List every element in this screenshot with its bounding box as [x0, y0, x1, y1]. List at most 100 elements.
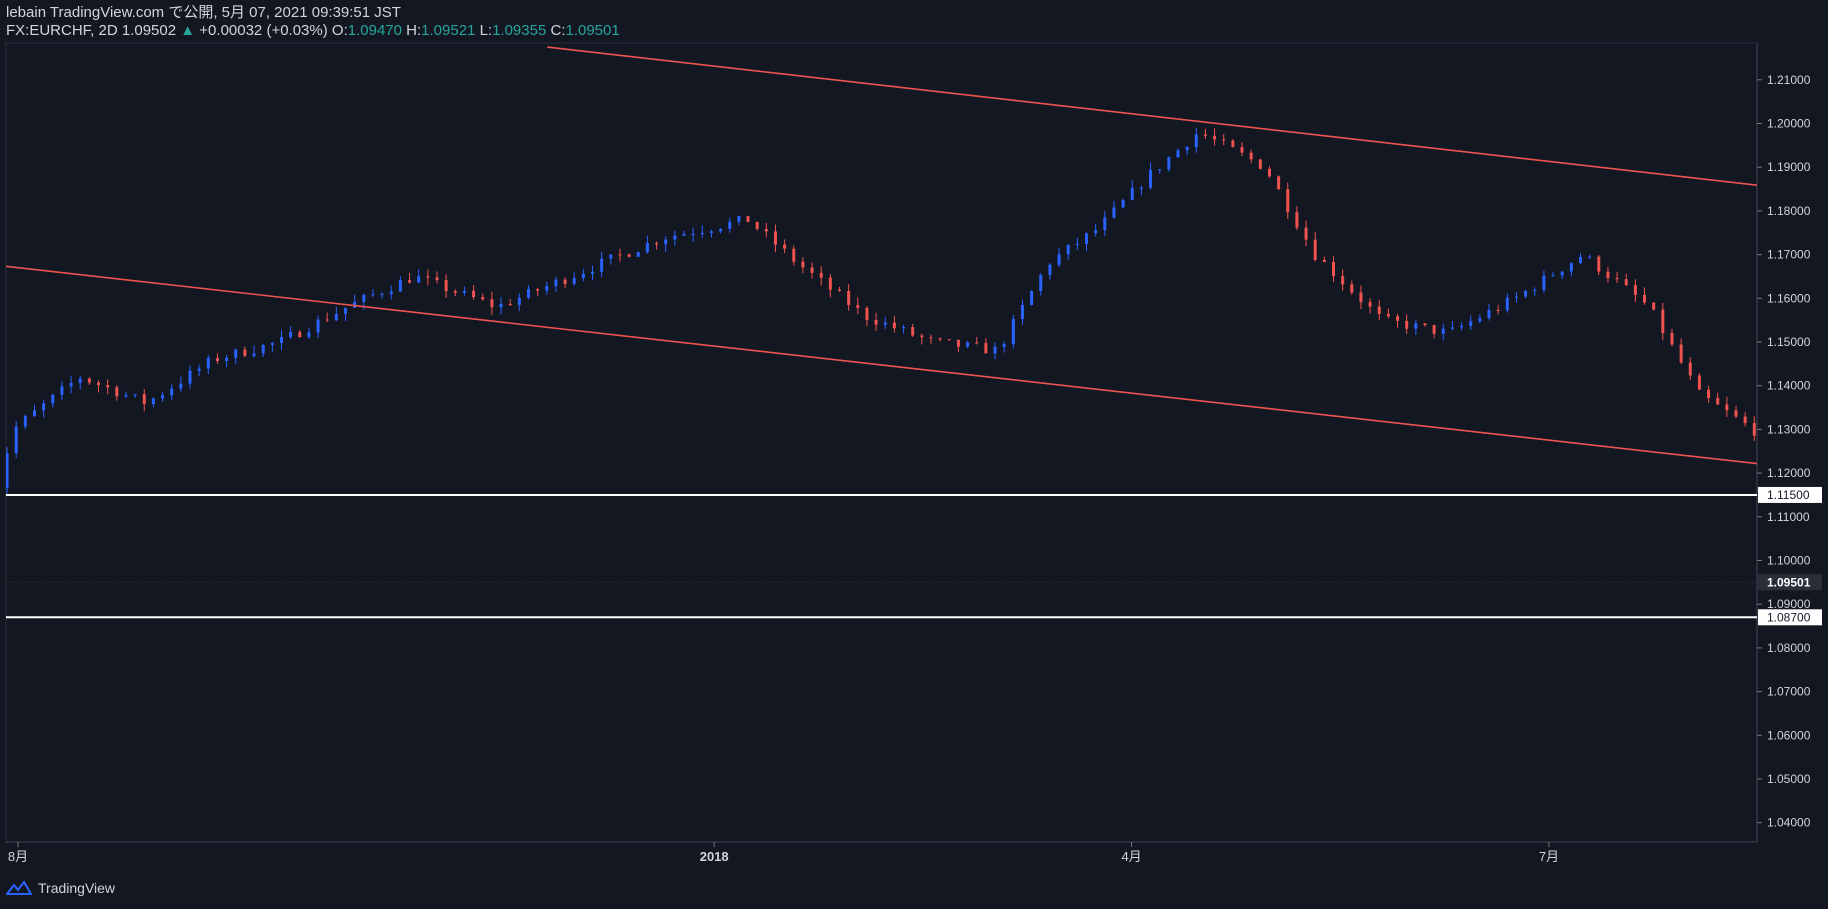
candle-body — [1752, 423, 1756, 436]
candle-body — [1588, 256, 1592, 258]
candle-body — [1808, 440, 1811, 446]
candle-body — [1167, 157, 1171, 170]
candle-body — [42, 403, 46, 411]
candle-body — [1533, 289, 1537, 291]
candle-body — [1231, 140, 1235, 148]
candle-body — [398, 280, 402, 292]
candle-body — [188, 370, 192, 384]
y-tick-label: 1.04000 — [1767, 816, 1811, 830]
candle-body — [618, 254, 622, 256]
candle-body — [1661, 309, 1665, 334]
candle-body — [161, 395, 165, 399]
candle-body — [636, 252, 640, 257]
candle-body — [1606, 271, 1610, 278]
candle-body — [1240, 147, 1244, 153]
candle-body — [1524, 290, 1528, 297]
candle-body — [1368, 302, 1372, 307]
candle-body — [773, 231, 777, 245]
candle-body — [902, 327, 906, 329]
candle-body — [1469, 321, 1473, 326]
y-tick-label: 1.16000 — [1767, 291, 1811, 305]
candle-body — [673, 235, 677, 240]
price-chart[interactable]: 1.04000 1.05000 1.06000 1.07000 1.08000 1.090… — [0, 0, 1828, 909]
candle-body — [801, 261, 805, 268]
y-tick-label: 1.12000 — [1767, 466, 1811, 480]
candle-body — [1158, 169, 1162, 171]
candle-body — [270, 343, 274, 345]
candle-body — [1295, 212, 1299, 228]
y-tick-label: 1.08000 — [1767, 641, 1811, 655]
candle-body — [170, 388, 174, 396]
plot-area[interactable] — [5, 42, 1758, 843]
candle-body — [1423, 323, 1427, 325]
candle-body — [1258, 159, 1262, 169]
candle-body — [764, 228, 768, 232]
candle-body — [627, 254, 631, 257]
candle-body — [975, 342, 979, 344]
candle-body — [600, 258, 604, 272]
candle-body — [1725, 404, 1729, 411]
candle-body — [609, 254, 613, 259]
candle-body — [243, 349, 247, 356]
descending-channel-lower-line[interactable] — [0, 263, 1828, 844]
candle-body — [325, 319, 329, 321]
candle-body — [1322, 259, 1326, 263]
candle-body — [792, 248, 796, 262]
candle-body — [526, 289, 530, 298]
candle-body — [298, 332, 302, 338]
candle-body — [1002, 344, 1006, 347]
candle-body — [1789, 442, 1792, 443]
candle-body — [783, 244, 787, 249]
candle-body — [252, 353, 256, 356]
candle-body — [1213, 135, 1217, 140]
candle-body — [1743, 416, 1747, 424]
descending-channel-upper-line[interactable] — [547, 46, 1828, 838]
candle-body — [938, 338, 942, 340]
y-tick-label: 1.15000 — [1767, 335, 1811, 349]
candle-body — [87, 378, 91, 383]
candle-body — [444, 280, 448, 292]
candle-body — [481, 297, 485, 300]
candle-body — [1267, 168, 1271, 177]
candle-body — [1176, 150, 1180, 158]
candle-body — [956, 339, 960, 347]
candle-body — [737, 216, 741, 222]
candle-body — [655, 242, 659, 245]
candle-body — [1578, 256, 1582, 264]
candle-body — [746, 216, 750, 223]
candle-body — [517, 297, 521, 305]
y-tick-label: 1.10000 — [1767, 554, 1811, 568]
candle-body — [279, 337, 283, 344]
candle-body — [499, 303, 503, 308]
resistance-price-label: 1.11500 — [1767, 488, 1810, 502]
candle-body — [1277, 176, 1281, 190]
candle-body — [1130, 187, 1134, 200]
candle-body — [106, 385, 110, 388]
candle-body — [490, 299, 494, 308]
candle-body — [1817, 446, 1820, 447]
candle-body — [453, 291, 457, 293]
candle-body — [1716, 398, 1720, 405]
candle-body — [78, 378, 82, 383]
candle-body — [1597, 256, 1601, 272]
candle-body — [14, 426, 18, 454]
candle-body — [838, 289, 842, 292]
candle-body — [865, 307, 869, 320]
candle-body — [197, 368, 201, 371]
candle-body — [1643, 294, 1647, 303]
candle-body — [1487, 309, 1491, 319]
candle-body — [1707, 389, 1711, 399]
candle-body — [1203, 134, 1207, 136]
tradingview-logo-icon — [6, 880, 32, 895]
candle-body — [1670, 333, 1674, 345]
candle-body — [1350, 284, 1354, 293]
candle-body — [810, 267, 814, 273]
candle-body — [69, 382, 73, 387]
y-tick-label: 1.09000 — [1767, 597, 1811, 611]
candle-body — [856, 305, 860, 308]
candle-body — [709, 231, 713, 233]
candle-body — [1542, 275, 1546, 290]
y-tick-label: 1.20000 — [1767, 117, 1811, 131]
candle-body — [700, 232, 704, 234]
y-tick-label: 1.05000 — [1767, 772, 1811, 786]
